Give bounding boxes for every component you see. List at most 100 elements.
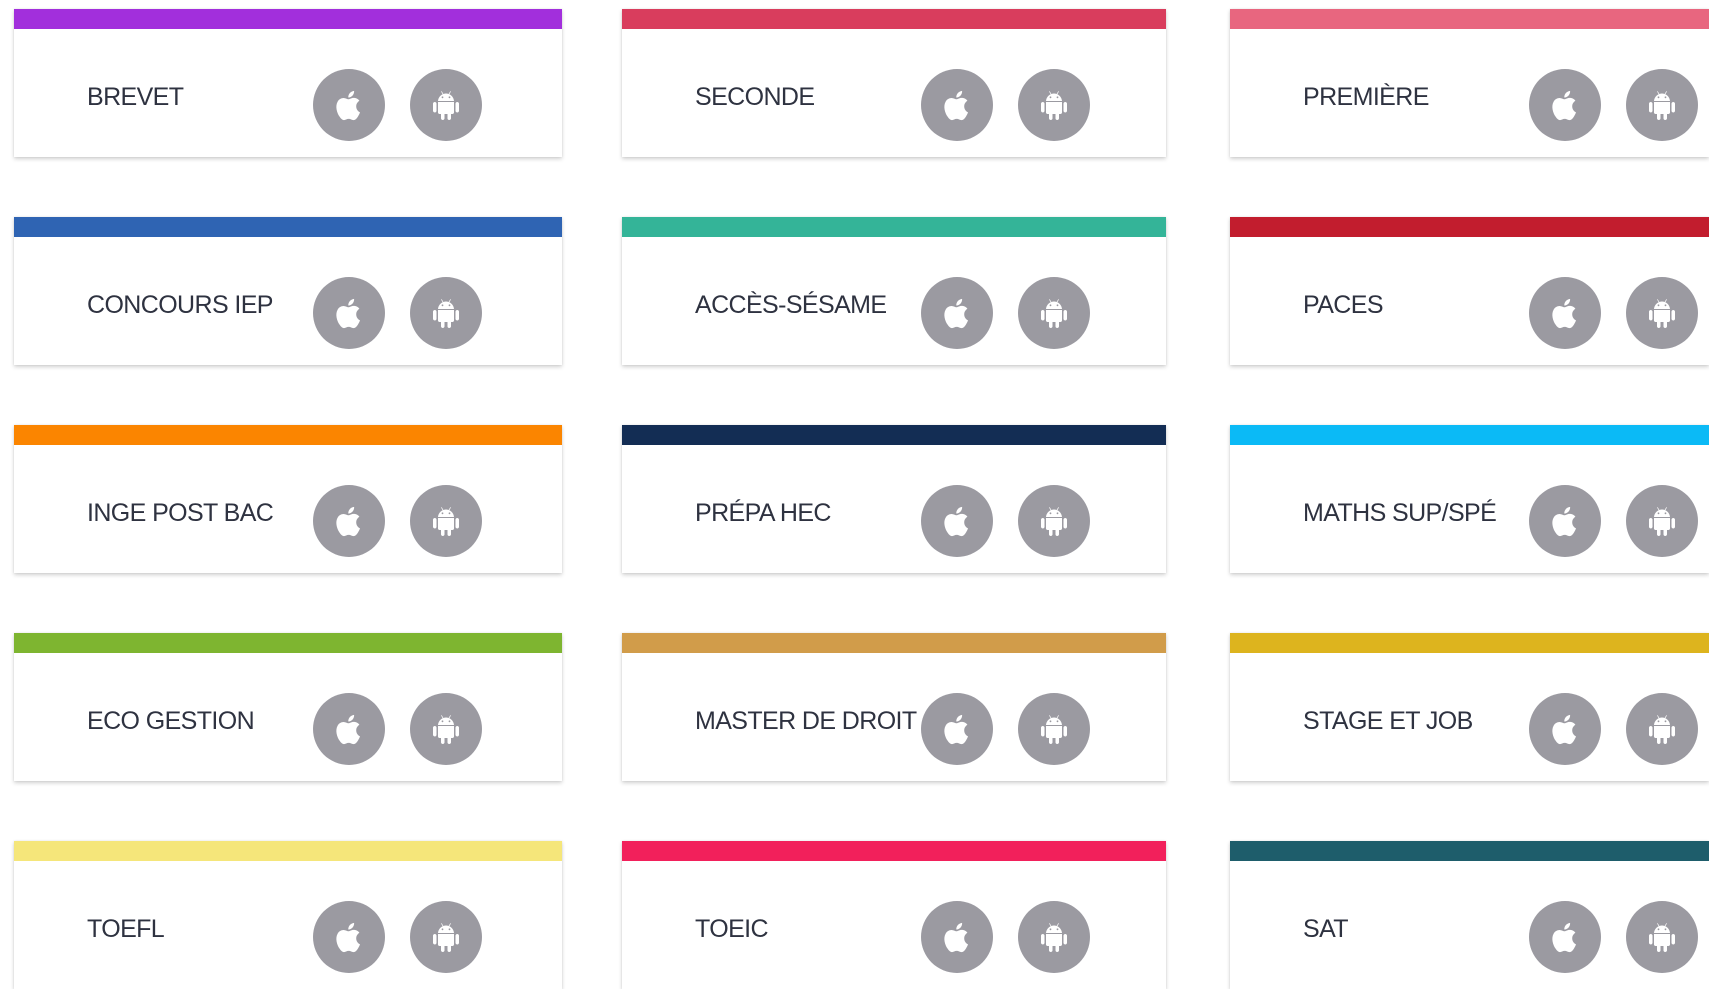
android-download-button[interactable]	[1626, 901, 1698, 973]
app-card-brevet: BREVET	[14, 9, 562, 157]
android-download-button[interactable]	[410, 277, 482, 349]
ios-download-button[interactable]	[313, 901, 385, 973]
card-label: ECO GESTION	[87, 707, 255, 735]
card-label: TOEFL	[87, 915, 165, 943]
ios-download-button[interactable]	[313, 485, 385, 557]
card-label: TOEIC	[695, 915, 769, 943]
card-color-bar	[622, 841, 1166, 861]
card-label: PACES	[1303, 291, 1384, 319]
ios-download-button[interactable]	[313, 693, 385, 765]
apple-icon	[937, 501, 977, 541]
app-card-eco-gestion: ECO GESTION	[14, 633, 562, 781]
apple-icon	[1545, 709, 1585, 749]
android-icon	[426, 501, 466, 541]
card-label: SAT	[1303, 915, 1349, 943]
ios-download-button[interactable]	[921, 69, 993, 141]
android-icon	[1642, 501, 1682, 541]
card-color-bar	[14, 633, 562, 653]
android-download-button[interactable]	[1018, 693, 1090, 765]
card-color-bar	[14, 425, 562, 445]
android-download-button[interactable]	[1626, 277, 1698, 349]
app-card-premiere: PREMIÈRE	[1230, 9, 1709, 157]
android-download-button[interactable]	[1018, 485, 1090, 557]
ios-download-button[interactable]	[921, 901, 993, 973]
android-icon	[1642, 85, 1682, 125]
card-color-bar	[1230, 217, 1709, 237]
card-color-bar	[14, 217, 562, 237]
android-icon	[1034, 293, 1074, 333]
android-download-button[interactable]	[1626, 69, 1698, 141]
android-icon	[1034, 501, 1074, 541]
card-label: MATHS SUP/SPÉ	[1303, 499, 1497, 527]
card-label: STAGE ET JOB	[1303, 707, 1473, 735]
ios-download-button[interactable]	[313, 69, 385, 141]
android-download-button[interactable]	[410, 901, 482, 973]
android-icon	[1034, 917, 1074, 957]
ios-download-button[interactable]	[313, 277, 385, 349]
card-color-bar	[622, 217, 1166, 237]
card-color-bar	[1230, 9, 1709, 29]
app-card-seconde: SECONDE	[622, 9, 1166, 157]
apple-icon	[1545, 501, 1585, 541]
android-download-button[interactable]	[1626, 693, 1698, 765]
app-card-acces-sesame: ACCÈS-SÉSAME	[622, 217, 1166, 365]
app-card-maths-sup-spe: MATHS SUP/SPÉ	[1230, 425, 1709, 573]
ios-download-button[interactable]	[1529, 69, 1601, 141]
ios-download-button[interactable]	[921, 277, 993, 349]
android-download-button[interactable]	[410, 69, 482, 141]
apple-icon	[329, 293, 369, 333]
apple-icon	[937, 293, 977, 333]
app-card-concours-iep: CONCOURS IEP	[14, 217, 562, 365]
android-icon	[1642, 917, 1682, 957]
apple-icon	[937, 709, 977, 749]
android-icon	[426, 293, 466, 333]
ios-download-button[interactable]	[1529, 277, 1601, 349]
app-card-prepa-hec: PRÉPA HEC	[622, 425, 1166, 573]
card-label: CONCOURS IEP	[87, 291, 273, 319]
card-label: MASTER DE DROIT	[695, 707, 917, 735]
android-icon	[1034, 85, 1074, 125]
android-download-button[interactable]	[1018, 69, 1090, 141]
app-card-toefl: TOEFL	[14, 841, 562, 989]
ios-download-button[interactable]	[1529, 901, 1601, 973]
apple-icon	[329, 917, 369, 957]
card-color-bar	[1230, 425, 1709, 445]
apple-icon	[329, 85, 369, 125]
android-icon	[1034, 709, 1074, 749]
card-label: PREMIÈRE	[1303, 83, 1429, 111]
apple-icon	[937, 917, 977, 957]
apple-icon	[937, 85, 977, 125]
ios-download-button[interactable]	[921, 485, 993, 557]
android-icon	[1642, 709, 1682, 749]
apple-icon	[329, 501, 369, 541]
ios-download-button[interactable]	[921, 693, 993, 765]
card-color-bar	[622, 425, 1166, 445]
app-card-master-de-droit: MASTER DE DROIT	[622, 633, 1166, 781]
android-download-button[interactable]	[1018, 901, 1090, 973]
android-icon	[1642, 293, 1682, 333]
card-label: SECONDE	[695, 83, 815, 111]
card-color-bar	[1230, 841, 1709, 861]
android-icon	[426, 85, 466, 125]
android-download-button[interactable]	[1018, 277, 1090, 349]
card-color-bar	[14, 841, 562, 861]
card-label: BREVET	[87, 83, 184, 111]
apple-icon	[1545, 917, 1585, 957]
card-label: ACCÈS-SÉSAME	[695, 291, 887, 319]
android-icon	[426, 709, 466, 749]
ios-download-button[interactable]	[1529, 693, 1601, 765]
card-color-bar	[14, 9, 562, 29]
card-label: PRÉPA HEC	[695, 499, 831, 527]
app-card-stage-et-job: STAGE ET JOB	[1230, 633, 1709, 781]
android-download-button[interactable]	[410, 693, 482, 765]
card-color-bar	[622, 9, 1166, 29]
ios-download-button[interactable]	[1529, 485, 1601, 557]
android-download-button[interactable]	[1626, 485, 1698, 557]
apple-icon	[1545, 85, 1585, 125]
app-grid: BREVET SECONDE PREMIÈRE CONCOURS IEP ACCÈS-S…	[0, 0, 1709, 989]
app-card-sat: SAT	[1230, 841, 1709, 989]
android-icon	[426, 917, 466, 957]
apple-icon	[1545, 293, 1585, 333]
card-label: INGE POST BAC	[87, 499, 274, 527]
android-download-button[interactable]	[410, 485, 482, 557]
